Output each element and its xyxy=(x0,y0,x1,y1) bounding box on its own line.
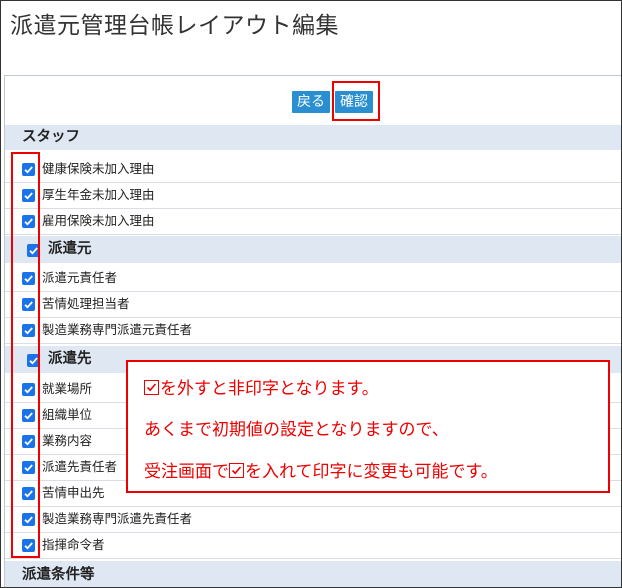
confirm-button[interactable]: 確認 xyxy=(335,91,373,113)
item-label: 苦情処理担当者 xyxy=(42,296,130,311)
note-line-2: あくまで初期値の設定となりますので、 xyxy=(144,420,449,440)
section-staff-title: スタッフ xyxy=(22,129,80,145)
item-label: 就業場所 xyxy=(42,381,93,396)
back-button[interactable]: 戻る xyxy=(292,91,330,113)
checkbox-column-highlight xyxy=(11,152,40,558)
checkbox-checked-icon xyxy=(229,463,244,478)
annotation-callout: を外すと非印字となります。 あくまで初期値の設定となりますので、 受注画面で を入… xyxy=(126,360,610,493)
item-label: 製造業務専門派遣先責任者 xyxy=(42,511,193,526)
item-label: 組織単位 xyxy=(42,407,93,422)
item-label: 健康保険未加入理由 xyxy=(42,161,155,176)
list-item: 雇用保険未加入理由 xyxy=(5,208,621,235)
item-label: 苦情申出先 xyxy=(42,485,105,500)
list-item: 健康保険未加入理由 xyxy=(5,156,621,183)
list-item: 指揮命令者 xyxy=(5,532,621,559)
section-conditions-title: 派遣条件等 xyxy=(22,567,95,583)
list-item: 製造業務専門派遣先責任者 xyxy=(5,506,621,533)
window: 派遣元管理台帳レイアウト編集 戻る 確認 スタッフ 健康保険未加入理由 厚生年金… xyxy=(0,0,622,588)
item-label: 業務内容 xyxy=(42,433,93,448)
section-staff: スタッフ xyxy=(5,125,621,150)
item-label: 派遣先責任者 xyxy=(42,459,118,474)
section-conditions: 派遣条件等 xyxy=(5,561,621,587)
toolbar: 戻る 確認 xyxy=(5,76,621,124)
list-item: 製造業務専門派遣元責任者 xyxy=(5,317,621,344)
item-label: 派遣元責任者 xyxy=(42,270,118,285)
checkbox-checked-icon xyxy=(144,380,159,395)
note-line-3: 受注画面で を入れて印字に変更も可能です。 xyxy=(144,457,498,482)
note-text-3a: 受注画面で xyxy=(144,462,229,482)
list-item: 厚生年金未加入理由 xyxy=(5,182,621,209)
page-title: 派遣元管理台帳レイアウト編集 xyxy=(10,13,339,39)
item-label: 製造業務専門派遣元責任者 xyxy=(42,322,193,337)
note-line-1: を外すと非印字となります。 xyxy=(144,374,379,399)
list-item: 派遣元責任者 xyxy=(5,265,621,292)
note-text-1: を外すと非印字となります。 xyxy=(160,379,379,399)
item-label: 指揮命令者 xyxy=(42,537,105,552)
section-dispatcher: 派遣元 xyxy=(5,236,621,263)
list-item: 苦情処理担当者 xyxy=(5,291,621,318)
section-dispatcher-title: 派遣元 xyxy=(48,241,92,257)
layout-panel: 戻る 確認 スタッフ 健康保険未加入理由 厚生年金未加入理由 雇用保険未加入理由… xyxy=(4,75,621,587)
section-destination-title: 派遣先 xyxy=(48,351,92,367)
item-label: 厚生年金未加入理由 xyxy=(42,187,155,202)
note-text-3b: を入れて印字に変更も可能です。 xyxy=(245,462,498,482)
item-label: 雇用保険未加入理由 xyxy=(42,213,155,228)
